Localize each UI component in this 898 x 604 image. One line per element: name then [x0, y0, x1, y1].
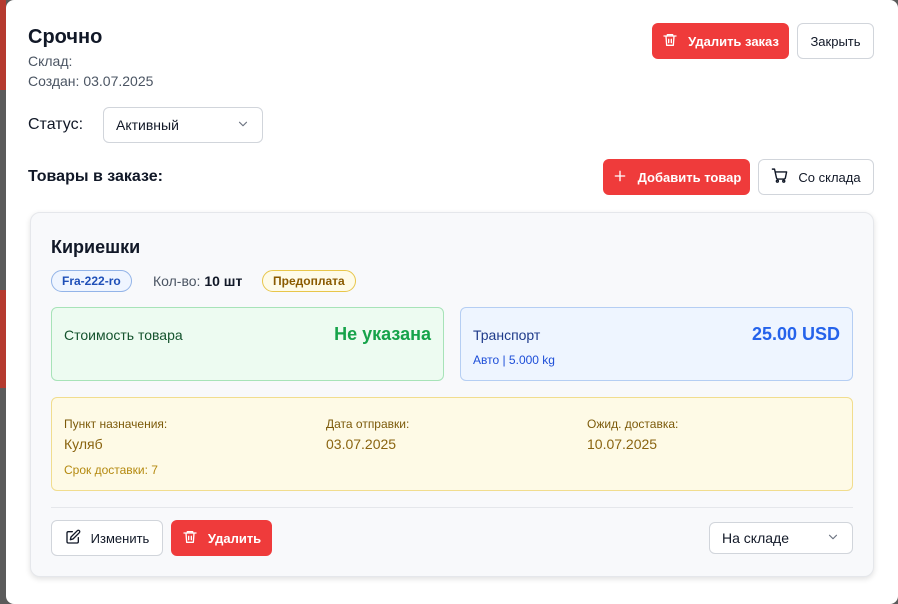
delivery-info-panel: Пункт назначения: Куляб Дата отправки: 0…	[51, 397, 853, 491]
delete-item-label: Удалить	[207, 530, 262, 546]
delete-order-label: Удалить заказ	[688, 33, 779, 49]
transport-label: Транспорт	[473, 327, 541, 343]
payment-status-badge: Предоплата	[262, 270, 356, 292]
card-divider	[51, 507, 853, 508]
item-name: Кириешки	[51, 237, 141, 257]
items-section-label: Товары в заказе:	[28, 168, 163, 185]
trash-icon	[662, 32, 678, 51]
warehouse-label: Склад:	[28, 53, 73, 69]
close-button[interactable]: Закрыть	[797, 23, 874, 59]
edit-item-button[interactable]: Изменить	[51, 520, 163, 556]
from-warehouse-button[interactable]: Со склада	[758, 159, 874, 195]
item-location-select[interactable]: На складе	[709, 522, 853, 554]
delete-item-button[interactable]: Удалить	[171, 520, 272, 556]
edit-icon	[65, 529, 81, 548]
cart-icon	[771, 167, 788, 187]
order-modal: Срочно Склад: Создан: 03.07.2025 Удалить…	[6, 0, 898, 604]
close-label: Закрыть	[810, 33, 861, 49]
add-item-button[interactable]: Добавить товар	[603, 159, 750, 195]
eta-value: 10.07.2025	[587, 436, 658, 452]
item-cost-value: Не указана	[334, 324, 431, 344]
delivery-term: Срок доставки: 7	[64, 463, 158, 477]
eta-label: Ожид. доставка:	[587, 417, 679, 431]
edit-item-label: Изменить	[90, 530, 150, 546]
status-select[interactable]: Активный	[103, 107, 263, 143]
ship-date-value: 03.07.2025	[326, 436, 397, 452]
status-value: Активный	[116, 117, 179, 133]
status-label: Статус:	[28, 116, 84, 133]
transport-cost-value: 25.00 USD	[751, 324, 840, 344]
from-warehouse-label: Со склада	[798, 169, 861, 185]
add-item-label: Добавить товар	[637, 169, 742, 185]
transport-panel: Транспорт 25.00 USD Авто | 5.000 kg	[460, 307, 853, 381]
quantity-label: Кол-во:	[153, 273, 201, 289]
chevron-down-icon	[826, 530, 840, 547]
trash-icon	[182, 529, 198, 548]
order-title: Срочно	[28, 26, 103, 48]
plus-icon	[612, 168, 628, 187]
transport-details: Авто | 5.000 kg	[473, 353, 555, 367]
destination-value: Куляб	[64, 436, 103, 452]
quantity-value: 10 шт	[204, 273, 243, 289]
sku-badge: Fra-222-ro	[51, 270, 132, 292]
order-item-card: Кириешки Fra-222-ro Кол-во: 10 шт Предоп…	[30, 212, 874, 577]
location-value: На складе	[722, 530, 789, 546]
delete-order-button[interactable]: Удалить заказ	[652, 23, 789, 59]
item-quantity: Кол-во: 10 шт	[153, 273, 242, 289]
created-date: Создан: 03.07.2025	[28, 73, 154, 89]
destination-label: Пункт назначения:	[64, 417, 168, 431]
ship-date-label: Дата отправки:	[326, 417, 410, 431]
chevron-down-icon	[236, 117, 250, 134]
item-cost-label: Стоимость товара	[64, 327, 183, 343]
item-cost-panel: Стоимость товара Не указана	[51, 307, 444, 381]
